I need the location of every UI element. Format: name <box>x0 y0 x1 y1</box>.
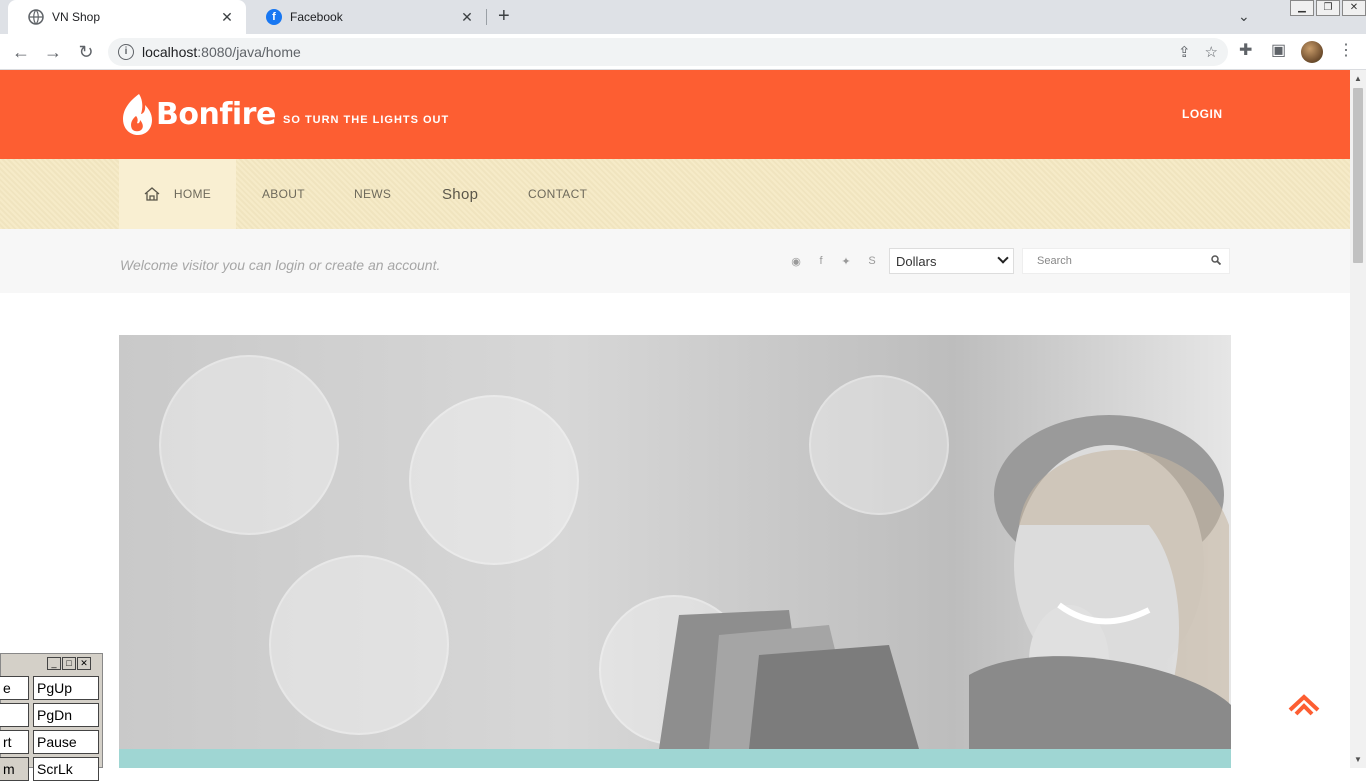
maximize-icon[interactable]: □ <box>62 657 76 670</box>
nav-item-contact[interactable]: CONTACT <box>528 159 587 229</box>
nav-item-home[interactable]: HOME <box>119 159 236 229</box>
bookmark-star-icon[interactable]: ☆ <box>1205 43 1218 61</box>
on-screen-keyboard: _ □ ✕ e PgUp PgDn rt Pause m ScrLk <box>0 653 103 781</box>
tab-vn-shop[interactable]: VN Shop ✕ <box>8 0 246 34</box>
profile-avatar[interactable] <box>1301 41 1323 63</box>
browser-tabstrip: VN Shop ✕ f Facebook ✕ + ⌄ ▁ ❐ ✕ <box>0 0 1366 34</box>
nav-label: HOME <box>173 187 212 201</box>
scrollbar-thumb[interactable] <box>1353 88 1363 263</box>
minimize-icon[interactable]: _ <box>47 657 61 670</box>
key[interactable]: Pause <box>33 730 99 754</box>
key[interactable] <box>0 703 29 727</box>
window-controls: ▁ ❐ ✕ <box>1288 0 1366 16</box>
woman-with-shopping-bags <box>659 415 1231 749</box>
skype-icon[interactable]: S <box>865 255 879 267</box>
currency-value: Dollars <box>896 253 937 269</box>
search-placeholder: Search <box>1037 255 1072 267</box>
rss-icon[interactable]: ◉ <box>789 255 803 268</box>
search-input[interactable]: Search <box>1022 248 1230 274</box>
reload-icon[interactable]: ↻ <box>74 40 98 64</box>
scroll-up-icon[interactable]: ▲ <box>1354 74 1362 83</box>
minimize-icon[interactable]: ▁ <box>1290 0 1314 16</box>
page-scrollbar[interactable]: ▲ ▼ <box>1350 70 1366 768</box>
url-host: localhost <box>142 44 198 60</box>
facebook-icon: f <box>266 9 282 25</box>
site-logo[interactable]: Bonfire <box>121 92 276 136</box>
home-icon <box>144 187 160 201</box>
bokeh-circle <box>409 395 579 565</box>
login-link[interactable]: LOGIN <box>1182 107 1223 121</box>
site-info-icon[interactable]: i <box>118 44 134 60</box>
side-panel-icon[interactable]: ▣ <box>1271 40 1286 60</box>
new-tab-icon[interactable]: + <box>498 5 510 28</box>
search-icon[interactable] <box>1211 255 1221 265</box>
main-nav: HOME ABOUT NEWS Shop CONTACT <box>0 159 1350 229</box>
key[interactable]: PgDn <box>33 703 99 727</box>
logo-text: Bonfire <box>156 96 276 132</box>
currency-select[interactable]: Dollars <box>889 248 1014 274</box>
scroll-to-top-icon[interactable] <box>1288 692 1320 718</box>
close-icon[interactable]: ✕ <box>77 657 91 670</box>
site-tagline: SO TURN THE LIGHTS OUT <box>283 114 450 126</box>
key[interactable]: ScrLk <box>33 757 99 781</box>
key[interactable]: rt <box>0 730 29 754</box>
key[interactable]: e <box>0 676 29 700</box>
bokeh-circle <box>159 355 339 535</box>
nav-item-news[interactable]: NEWS <box>354 159 391 229</box>
hero-banner-image <box>119 335 1231 749</box>
nav-item-shop[interactable]: Shop <box>442 159 478 229</box>
web-page: Bonfire SO TURN THE LIGHTS OUT LOGIN HOM… <box>0 70 1350 768</box>
facebook-social-icon[interactable]: f <box>814 255 828 267</box>
welcome-text: Welcome visitor you can login or create … <box>120 257 441 273</box>
forward-icon[interactable]: → <box>41 40 65 64</box>
share-icon[interactable]: ⇪ <box>1178 43 1191 61</box>
tab-title: VN Shop <box>52 10 101 24</box>
nav-label: CONTACT <box>528 187 588 201</box>
tab-title: Facebook <box>290 10 343 24</box>
key[interactable]: m <box>0 757 29 781</box>
site-header: Bonfire SO TURN THE LIGHTS OUT LOGIN <box>0 70 1350 159</box>
browser-toolbar: ← → ↻ i localhost:8080/java/home ⇪ ☆ ✚ ▣… <box>0 34 1366 70</box>
back-icon[interactable]: ← <box>9 40 33 64</box>
nav-item-about[interactable]: ABOUT <box>262 159 305 229</box>
flame-logo-icon <box>123 94 152 135</box>
nav-label: ABOUT <box>262 187 305 201</box>
globe-icon <box>28 9 44 25</box>
chevron-down-icon <box>997 252 1009 264</box>
close-icon[interactable]: ✕ <box>456 9 478 26</box>
tab-facebook[interactable]: f Facebook ✕ <box>246 0 486 34</box>
restore-icon[interactable]: ❐ <box>1316 0 1340 16</box>
tab-search-chevron-icon[interactable]: ⌄ <box>1238 8 1250 25</box>
extensions-icon[interactable]: ✚ <box>1239 40 1252 60</box>
twitter-icon[interactable]: ✦ <box>839 255 853 268</box>
address-bar[interactable]: i localhost:8080/java/home ⇪ ☆ <box>108 38 1228 66</box>
nav-label: NEWS <box>354 187 392 201</box>
nav-label: Shop <box>442 185 479 203</box>
osk-title-bar: _ □ ✕ <box>47 657 91 670</box>
close-icon[interactable]: ✕ <box>216 9 238 26</box>
menu-kebab-icon[interactable]: ⋮ <box>1338 40 1354 60</box>
close-window-icon[interactable]: ✕ <box>1342 0 1366 16</box>
teal-strip <box>119 749 1231 768</box>
scroll-down-icon[interactable]: ▼ <box>1354 755 1362 764</box>
welcome-bar: Welcome visitor you can login or create … <box>0 229 1350 293</box>
key[interactable]: PgUp <box>33 676 99 700</box>
url-path: :8080/java/home <box>197 44 301 60</box>
tab-divider <box>486 9 487 25</box>
bokeh-circle <box>269 555 449 735</box>
